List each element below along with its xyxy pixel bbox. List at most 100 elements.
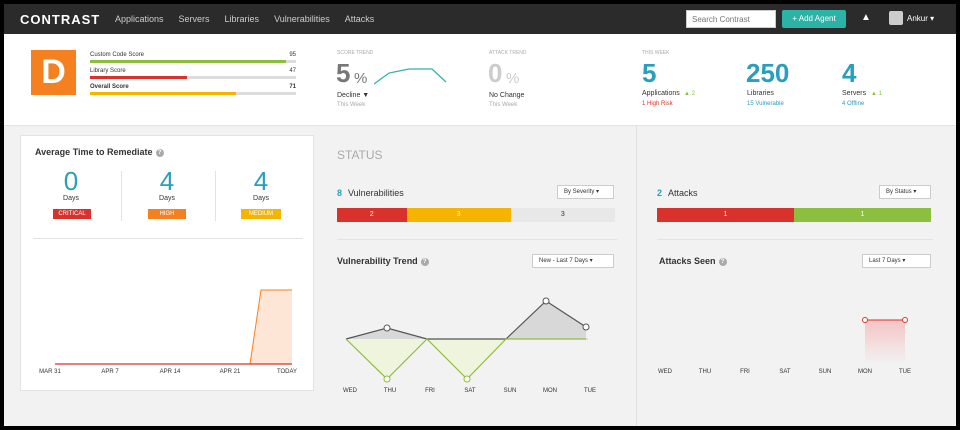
x-tick-label: THU (698, 369, 712, 375)
trend-point[interactable] (542, 297, 550, 305)
status-heading: STATUS (337, 148, 383, 162)
score-value: 71 (289, 84, 296, 90)
attack-trend-status: No Change (489, 92, 525, 99)
attack-trend-unit: % (506, 70, 520, 87)
trend-point[interactable] (383, 324, 391, 332)
help-icon[interactable]: ? (420, 257, 429, 266)
attack-status-dropdown[interactable]: By Status ▾ (879, 185, 931, 199)
attack-label[interactable]: Attacks (668, 188, 698, 198)
x-tick-label: FRI (740, 369, 750, 375)
attack-trend-value: 0 (488, 58, 503, 88)
vuln-segment[interactable]: 3 (510, 208, 615, 222)
contrast-logo[interactable]: CONTRAST (20, 12, 115, 27)
nav-link-applications[interactable]: Applications (115, 14, 164, 24)
applications-note[interactable]: 1 High Risk (642, 101, 673, 107)
remediate-title: Average Time to Remediate? (35, 147, 164, 157)
vuln-segment[interactable]: 2 (337, 208, 407, 222)
vuln-segment[interactable]: 3 (406, 208, 511, 222)
attack-segment[interactable]: 1 (794, 208, 931, 222)
help-icon[interactable]: ? (718, 257, 727, 266)
divider (33, 238, 303, 239)
x-tick-label: WED (343, 388, 357, 394)
attack-trend-period: This Week (489, 102, 518, 108)
applications-count[interactable]: 5 (642, 58, 656, 89)
critical-days-value: 0 (63, 166, 79, 196)
vuln-trend-dropdown[interactable]: New - Last 7 Days ▾ (532, 254, 614, 268)
high-days-value: 4 (159, 166, 175, 196)
user-menu[interactable]: Ankur ▾ (907, 14, 934, 23)
medium-days-value: 4 (253, 166, 269, 196)
attacks-point[interactable] (862, 317, 868, 323)
attack-status-bar: 11 (657, 208, 931, 222)
servers-label[interactable]: Servers (842, 90, 866, 97)
attacks-seen-chart (862, 317, 908, 364)
attacks-point[interactable] (902, 317, 908, 323)
help-icon[interactable]: ? (155, 148, 164, 157)
x-tick-label: MAR 31 (39, 369, 61, 375)
score-bar (90, 92, 296, 95)
nav-link-libraries[interactable]: Libraries (225, 14, 260, 24)
nav-link-attacks[interactable]: Attacks (345, 14, 375, 24)
divider (215, 171, 216, 221)
medium-days-unit: Days (253, 195, 269, 202)
attacks-seen-title: Attacks Seen? (659, 256, 727, 266)
x-tick-label: MON (858, 369, 872, 375)
score-label: Custom Code Score (90, 52, 145, 58)
score-trend-value: 5 (336, 58, 351, 88)
medium-badge: MEDIUM (241, 209, 281, 219)
x-tick-label: SUN (503, 388, 517, 394)
nav-link-vulnerabilities[interactable]: Vulnerabilities (274, 14, 330, 24)
servers-count[interactable]: 4 (842, 58, 856, 89)
remediate-title-text: Average Time to Remediate (35, 147, 153, 157)
applications-delta: ▲ 2 (684, 91, 695, 97)
x-tick-label: TUE (899, 369, 911, 375)
trend-point[interactable] (582, 323, 590, 331)
score-bar-fill (90, 76, 187, 79)
libraries-note[interactable]: 15 Vulnerable (747, 101, 784, 107)
high-badge: HIGH (148, 209, 186, 219)
vuln-count[interactable]: 8 (337, 188, 342, 198)
vuln-label[interactable]: Vulnerabilities (348, 188, 404, 198)
add-agent-button[interactable]: + Add Agent (782, 10, 846, 28)
servers-note[interactable]: 4 Offline (842, 101, 864, 107)
score-bar (90, 76, 296, 79)
bell-icon[interactable]: ▲ (861, 12, 871, 23)
x-tick-label: SAT (464, 388, 476, 394)
attacks-area (865, 320, 905, 364)
severity-dropdown[interactable]: By Severity ▾ (557, 185, 614, 199)
grade-badge: D (31, 50, 76, 95)
servers-delta: ▲ 1 (871, 91, 882, 97)
trend-point[interactable] (383, 375, 391, 383)
high-days-unit: Days (159, 195, 175, 202)
vuln-trend-title-text: Vulnerability Trend (337, 256, 418, 266)
vuln-trend-title: Vulnerability Trend? (337, 256, 429, 266)
score-trend-label: SCORE TREND (337, 50, 374, 56)
score-bar (90, 60, 296, 63)
attack-segment[interactable]: 1 (657, 208, 794, 222)
search-input[interactable] (686, 10, 776, 28)
score-label: Overall Score (90, 84, 129, 90)
attacks-seen-dropdown[interactable]: Last 7 Days ▾ (862, 254, 931, 268)
libraries-label[interactable]: Libraries (747, 90, 774, 97)
dashboard: CONTRAST Applications Servers Libraries … (4, 4, 956, 426)
score-label: Library Score (90, 68, 126, 74)
score-trend-period: This Week (337, 102, 366, 108)
x-tick-label: TUE (584, 388, 596, 394)
trend-point[interactable] (463, 375, 471, 383)
x-tick-label: MON (543, 388, 557, 394)
nav-link-servers[interactable]: Servers (179, 14, 210, 24)
top-nav: CONTRAST Applications Servers Libraries … (4, 4, 956, 34)
x-tick-label: FRI (425, 388, 435, 394)
x-tick-label: WED (658, 369, 672, 375)
x-tick-label: APR 21 (219, 369, 241, 375)
libraries-count[interactable]: 250 (746, 58, 789, 89)
summary-bar: D Custom Code Score 95 Library Score 47 … (4, 34, 956, 126)
avatar[interactable] (889, 11, 903, 25)
x-tick-label: THU (383, 388, 397, 394)
applications-label[interactable]: Applications (642, 90, 680, 97)
remediate-panel: Average Time to Remediate? 0 Days CRITIC… (20, 135, 314, 391)
score-value: 47 (289, 68, 296, 74)
attack-count[interactable]: 2 (657, 188, 662, 198)
x-tick-label: SAT (779, 369, 791, 375)
status-panel: STATUS 8 Vulnerabilities By Severity ▾ 2… (322, 126, 636, 426)
